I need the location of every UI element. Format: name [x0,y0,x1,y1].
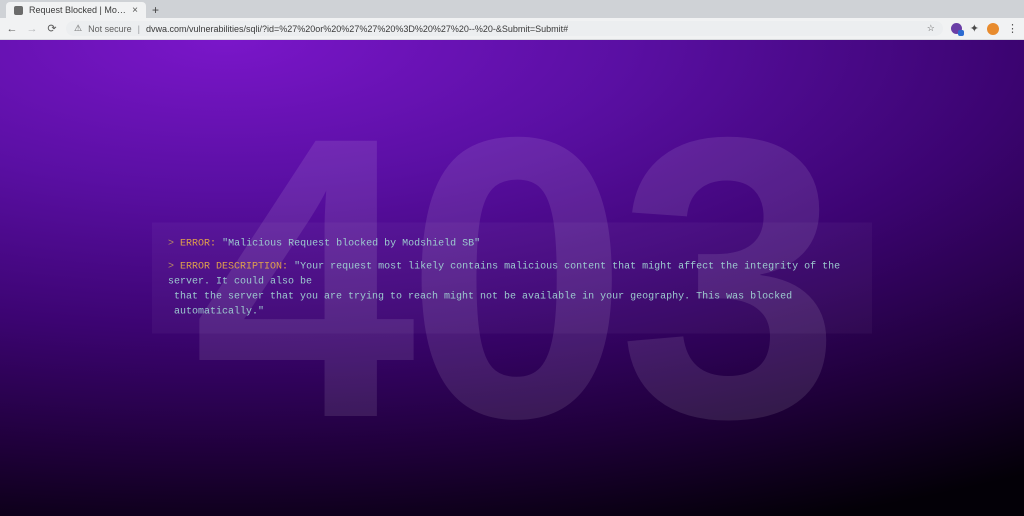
browser-menu-icon[interactable]: ⋮ [1007,22,1018,35]
tab-strip: Request Blocked | Modsh × + [0,0,1024,18]
browser-tab[interactable]: Request Blocked | Modsh × [6,2,146,18]
extensions-puzzle-icon[interactable]: ✦ [970,22,979,35]
nav-reload-button[interactable]: ⟳ [46,22,58,35]
error-line: > ERROR: "Malicious Request blocked by M… [168,237,856,252]
error-description-line: > ERROR DESCRIPTION: "Your request most … [168,260,856,320]
toolbar-right: ✦ ⋮ [951,22,1018,35]
browser-toolbar: ← → ⟳ ⚠ Not secure | dvwa.com/vulnerabil… [0,18,1024,40]
page-viewport: 403 > ERROR: "Malicious Request blocked … [0,40,1024,516]
tab-favicon-icon [14,6,23,15]
error-description-label: ERROR DESCRIPTION: [180,262,288,273]
error-text: "Malicious Request blocked by Modshield … [222,239,480,250]
error-message-box: > ERROR: "Malicious Request blocked by M… [152,223,872,334]
nav-back-button[interactable]: ← [6,23,18,35]
omnibox-url: dvwa.com/vulnerabilities/sqli/?id=%27%20… [146,24,568,34]
new-tab-button[interactable]: + [152,3,159,18]
nav-forward-button[interactable]: → [26,23,38,35]
tab-close-icon[interactable]: × [132,5,138,16]
tab-title: Request Blocked | Modsh [29,5,126,15]
not-secure-label: Not secure [88,24,132,34]
error-label: ERROR: [180,239,216,250]
omnibox[interactable]: ⚠ Not secure | dvwa.com/vulnerabilities/… [66,21,943,36]
bookmark-star-icon[interactable]: ☆ [927,23,935,34]
chevron-icon: > [168,239,174,250]
chevron-icon: > [168,262,174,273]
profile-avatar[interactable] [987,23,999,35]
omnibox-separator: | [138,24,140,34]
error-description-text-2: that the server that you are trying to r… [168,290,856,320]
extension-shield-icon[interactable] [951,23,962,34]
not-secure-icon: ⚠ [74,23,82,34]
